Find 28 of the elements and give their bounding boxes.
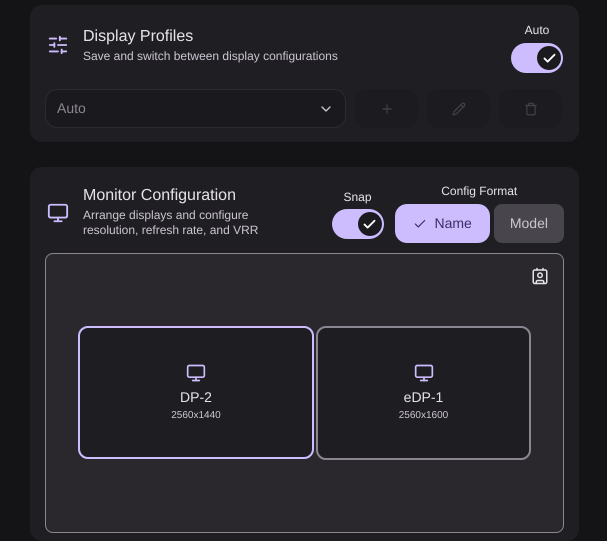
- monitor-icon: [414, 363, 434, 383]
- format-toggle[interactable]: Name: [394, 204, 490, 243]
- trash-icon: [524, 102, 538, 116]
- card-title: Monitor Configuration: [83, 186, 237, 206]
- display-name: eDP-1: [404, 388, 444, 407]
- format-label: Config Format: [441, 183, 518, 200]
- pencil-icon: [452, 102, 466, 116]
- toggle-label: Auto: [524, 22, 550, 39]
- display-tile[interactable]: eDP-1 2560x1600: [316, 326, 531, 460]
- monitor-icon: [186, 362, 206, 382]
- card-title: Display Profiles: [83, 27, 194, 47]
- badge-icon[interactable]: [531, 267, 549, 285]
- display-resolution: 2560x1440: [171, 408, 221, 422]
- display-tile[interactable]: DP-2 2560x1440: [78, 326, 314, 459]
- snap-toggle[interactable]: [332, 209, 384, 239]
- display-resolution: 2560x1600: [398, 409, 448, 423]
- check-icon: [358, 212, 382, 236]
- format-toggle[interactable]: Model: [494, 204, 564, 243]
- toggle-label: Snap: [343, 189, 372, 206]
- auto-toggle[interactable]: [511, 43, 563, 73]
- sliders-icon: [47, 34, 69, 56]
- plus-icon: [380, 102, 394, 116]
- check-icon: [537, 46, 561, 70]
- monitor-icon: [47, 202, 69, 224]
- card-subtitle: Arrange displays and configure resolution, refresh rate, and VRR: [83, 208, 260, 238]
- profile-select[interactable]: Auto: [45, 89, 346, 128]
- display-name: DP-2: [180, 388, 212, 406]
- card-subtitle: Save and switch between display configurations: [83, 48, 338, 65]
